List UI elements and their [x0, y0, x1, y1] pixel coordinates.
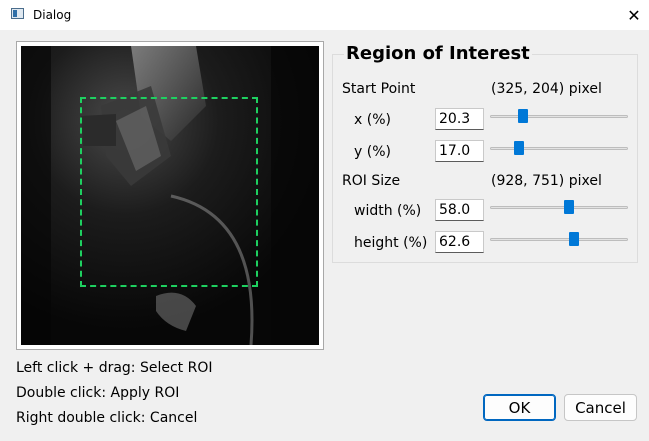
roi-size-label: ROI Size [342, 173, 401, 189]
height-slider-handle[interactable] [569, 232, 580, 246]
x-slider[interactable] [490, 107, 628, 127]
start-point-label: Start Point [342, 81, 416, 97]
window-icon [11, 8, 24, 19]
width-slider-handle[interactable] [563, 200, 574, 214]
start-point-value: (325, 204) pixel [491, 81, 602, 97]
roi-size-value: (928, 751) pixel [491, 173, 602, 189]
close-icon: ✕ [627, 5, 641, 25]
width-slider-track [490, 206, 628, 209]
cancel-button[interactable]: Cancel [564, 394, 637, 421]
hint-cancel: Right double click: Cancel [16, 410, 198, 426]
roi-rectangle[interactable] [80, 97, 258, 287]
image-preview[interactable] [16, 41, 324, 350]
height-slider-track [490, 238, 628, 241]
window-title: Dialog [33, 8, 72, 22]
width-slider[interactable] [490, 198, 628, 218]
height-slider[interactable] [490, 230, 628, 250]
x-percent-input[interactable] [435, 108, 484, 130]
ok-button[interactable]: OK [483, 394, 556, 421]
height-percent-input[interactable] [435, 231, 484, 253]
close-button[interactable]: ✕ [619, 0, 649, 30]
width-percent-input[interactable] [435, 199, 484, 221]
x-slider-track [490, 115, 628, 118]
width-label: width (%) [354, 203, 422, 219]
hint-select-roi: Left click + drag: Select ROI [16, 360, 213, 376]
x-slider-handle[interactable] [517, 109, 528, 123]
roi-groupbox-title: Region of Interest [344, 43, 532, 64]
hint-apply-roi: Double click: Apply ROI [16, 385, 180, 401]
y-slider[interactable] [490, 139, 628, 159]
y-slider-track [490, 147, 628, 150]
y-percent-input[interactable] [435, 140, 484, 162]
y-slider-handle[interactable] [513, 141, 524, 155]
x-label: x (%) [354, 112, 391, 128]
camera-image[interactable] [21, 46, 319, 345]
title-bar: Dialog ✕ [0, 0, 649, 30]
y-label: y (%) [354, 144, 391, 160]
height-label: height (%) [354, 235, 428, 251]
